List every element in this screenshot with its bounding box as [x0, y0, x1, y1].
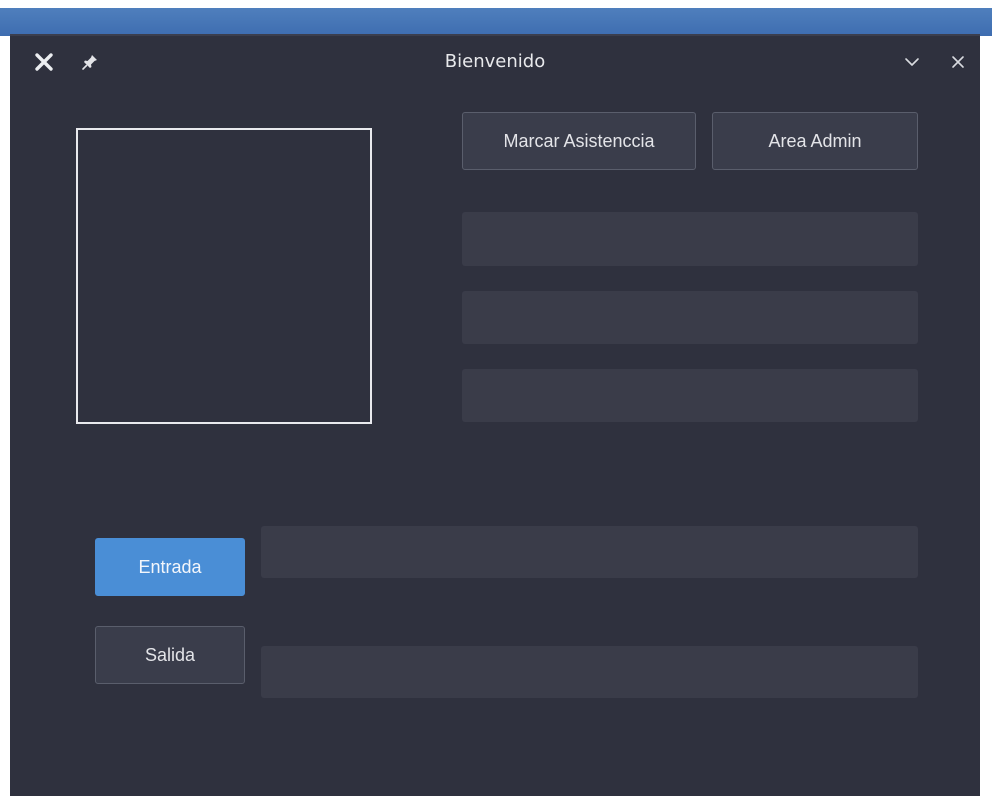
entrada-field[interactable] — [261, 526, 918, 578]
close-icon[interactable] — [946, 50, 970, 74]
pin-icon[interactable] — [78, 50, 102, 74]
chevron-down-icon[interactable] — [900, 50, 924, 74]
info-field-2[interactable] — [462, 291, 918, 344]
entrada-button[interactable]: Entrada — [95, 538, 245, 596]
window-title: Bienvenido — [444, 51, 546, 72]
desktop-background — [0, 0, 992, 36]
area-admin-button[interactable]: Area Admin — [712, 112, 918, 170]
titlebar[interactable]: Bienvenido — [10, 36, 980, 88]
info-field-3[interactable] — [462, 369, 918, 422]
marcar-asistencia-button[interactable]: Marcar Asistenccia — [462, 112, 696, 170]
main-window: Bienvenido Marcar Asistenccia Area Admin — [10, 34, 980, 796]
photo-frame — [76, 128, 372, 424]
info-field-1[interactable] — [462, 212, 918, 266]
salida-field[interactable] — [261, 646, 918, 698]
salida-button[interactable]: Salida — [95, 626, 245, 684]
x-app-icon[interactable] — [32, 50, 56, 74]
